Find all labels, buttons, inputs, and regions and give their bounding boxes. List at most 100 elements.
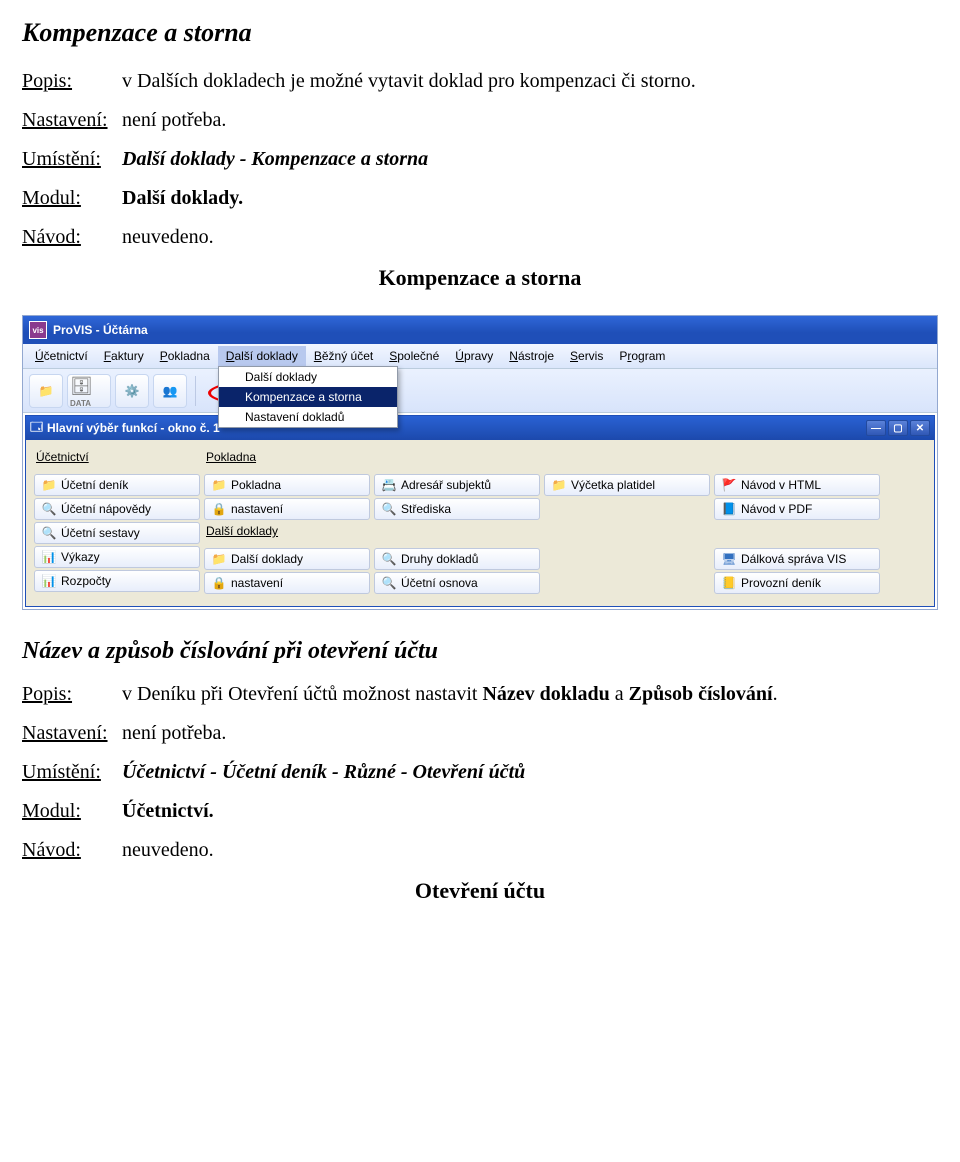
menu-dal-doklady[interactable]: Další doklady: [218, 346, 306, 366]
mag-icon: 🔍: [41, 525, 57, 541]
close-button[interactable]: ✕: [910, 420, 930, 436]
diary-icon: 📒: [721, 575, 737, 591]
section1-center: Kompenzace a storna: [22, 265, 938, 291]
menu--pravy[interactable]: Úpravy: [447, 346, 501, 366]
fn-dálková-správa-vis[interactable]: 🖥 Dálková správa VIS: [714, 548, 880, 570]
section2-center: Otevření účtu: [22, 878, 938, 904]
folder-icon: 📁: [41, 477, 57, 493]
folder-icon: 📁: [551, 477, 567, 493]
toolbar-data-label: DATA: [70, 399, 91, 408]
col-head: [712, 448, 882, 472]
lock-icon: 🔒: [211, 575, 227, 591]
fn-label: Účetní sestavy: [61, 526, 140, 540]
section1-heading: Kompenzace a storna: [22, 18, 938, 48]
chart-icon: 📊: [41, 549, 57, 565]
fn-účetní-sestavy[interactable]: 🔍 Účetní sestavy: [34, 522, 200, 544]
fn-adresář-subjektů[interactable]: 📇 Adresář subjektů: [374, 474, 540, 496]
toolbar-btn-users[interactable]: 👥: [153, 374, 187, 408]
app-titlebar: vis ProVIS - Účtárna: [23, 316, 937, 344]
mag-icon: 🔍: [381, 551, 397, 567]
function-grid: Účetnictví📁Účetní deník🔍Účetní nápovědy🔍…: [26, 440, 934, 606]
mag-icon: 🔍: [381, 575, 397, 591]
menu-faktury[interactable]: Faktury: [96, 346, 152, 366]
umisteni-val: Další doklady - Kompenzace a storna: [122, 148, 938, 171]
menu-spole-n-[interactable]: Společné: [381, 346, 447, 366]
fn-label: Další doklady: [231, 552, 303, 566]
dropdown-dalsi-doklady: Další dokladyKompenzace a stornaNastaven…: [218, 366, 398, 428]
menu-program[interactable]: Program: [611, 346, 673, 366]
mag-icon: 🔍: [41, 501, 57, 517]
fn-label: Dálková správa VIS: [741, 552, 846, 566]
toolbar-btn-1[interactable]: 📁: [29, 374, 63, 408]
fn-druhy-dokladů[interactable]: 🔍Druhy dokladů: [374, 548, 540, 570]
inner-title: Hlavní výběr funkcí - okno č. 1: [47, 421, 220, 435]
menu-servis[interactable]: Servis: [562, 346, 611, 366]
navod-val: neuvedeno.: [122, 226, 938, 249]
inner-window: 🗔 Hlavní výběr funkcí - okno č. 1 — ▢ ✕ …: [25, 415, 935, 607]
fn-střediska[interactable]: 🔍 Střediska: [374, 498, 540, 520]
dropdown-item-2[interactable]: Nastavení dokladů: [219, 407, 397, 427]
inner-window-icon: 🗔: [30, 418, 43, 439]
fn-návod-v-pdf[interactable]: 📘Návod v PDF: [714, 498, 880, 520]
toolbar-btn-data[interactable]: 🗄 DATA: [67, 374, 111, 408]
fn-rozpočty[interactable]: 📊Rozpočty: [34, 570, 200, 592]
fn-výkazy[interactable]: 📊 Výkazy: [34, 546, 200, 568]
fn-pokladna[interactable]: 📁Pokladna: [204, 474, 370, 496]
nastaveni2-label: Nastavení:: [22, 722, 122, 745]
umisteni2-val: Účetnictví - Účetní deník - Různé - Otev…: [122, 761, 938, 784]
modul2-label: Modul:: [22, 800, 122, 823]
grid-col-2: 📇 Adresář subjektů 🔍 Střediska 🔍Druhy doklad…: [372, 448, 542, 596]
maximize-button[interactable]: ▢: [888, 420, 908, 436]
modul-label: Modul:: [22, 187, 122, 210]
fn-label: Provozní deník: [741, 576, 821, 590]
fn-nastavení[interactable]: 🔒 nastavení: [204, 572, 370, 594]
col-head: Pokladna: [202, 448, 372, 472]
fn-návod-v-html[interactable]: 🚩 Návod v HTML: [714, 474, 880, 496]
chart-icon: 📊: [41, 573, 57, 589]
book-icon: 📇: [381, 477, 397, 493]
toolbar-btn-settings[interactable]: ⚙️: [115, 374, 149, 408]
fn-label: Účetní deník: [61, 478, 128, 492]
fn-nastavení[interactable]: 🔒nastavení: [204, 498, 370, 520]
fn-účetní-deník[interactable]: 📁 Účetní deník: [34, 474, 200, 496]
popis-label: Popis:: [22, 70, 122, 93]
navod2-label: Návod:: [22, 839, 122, 862]
section2-heading: Název a způsob číslování při otevření úč…: [22, 638, 938, 665]
menu-n-stroje[interactable]: Nástroje: [501, 346, 562, 366]
fn-provozní-deník[interactable]: 📒 Provozní deník: [714, 572, 880, 594]
grid-col-3: 📁Výčetka platidel: [542, 448, 712, 596]
popis-val: v Dalších dokladech je možné vytavit dok…: [122, 70, 938, 93]
col-head: [372, 448, 542, 472]
folder-icon: 📁: [211, 551, 227, 567]
nastaveni2-val: není potřeba.: [122, 722, 938, 745]
fn-účetní-nápovědy[interactable]: 🔍Účetní nápovědy: [34, 498, 200, 520]
menu--etnictv-[interactable]: Účetnictví: [27, 346, 96, 366]
fn-label: nastavení: [231, 576, 283, 590]
fn-účetní-osnova[interactable]: 🔍 Účetní osnova: [374, 572, 540, 594]
fn-label: Návod v HTML: [741, 478, 821, 492]
navod2-val: neuvedeno.: [122, 839, 938, 862]
flag-icon: 🚩: [721, 477, 737, 493]
fn-další-doklady[interactable]: 📁 Další doklady: [204, 548, 370, 570]
col-head: Účetnictví: [32, 448, 202, 472]
mag-icon: 🔍: [381, 501, 397, 517]
minimize-button[interactable]: —: [866, 420, 886, 436]
lock-icon: 🔒: [211, 501, 227, 517]
toolbar-sep: [195, 376, 196, 406]
col-head: Další doklady: [202, 522, 372, 546]
fn-label: Střediska: [401, 502, 451, 516]
modul-val: Další doklady.: [122, 187, 938, 210]
dropdown-item-1[interactable]: Kompenzace a storna: [219, 387, 397, 407]
fn-label: Adresář subjektů: [401, 478, 491, 492]
menu-b-n-et[interactable]: Běžný účet: [306, 346, 381, 366]
umisteni2-label: Umístění:: [22, 761, 122, 784]
grid-col-4: 🚩 Návod v HTML 📘Návod v PDF 🖥 Dálková správa…: [712, 448, 882, 596]
fn-výčetka-platidel[interactable]: 📁Výčetka platidel: [544, 474, 710, 496]
remote-icon: 🖥: [721, 551, 737, 567]
popis2-label: Popis:: [22, 683, 122, 706]
menu-pokladna[interactable]: Pokladna: [152, 346, 218, 366]
fn-label: Účetní osnova: [401, 576, 478, 590]
grid-col-0: Účetnictví📁Účetní deník🔍Účetní nápovědy🔍…: [32, 448, 202, 596]
fn-label: Výkazy: [61, 550, 100, 564]
dropdown-item-0[interactable]: Další doklady: [219, 367, 397, 387]
